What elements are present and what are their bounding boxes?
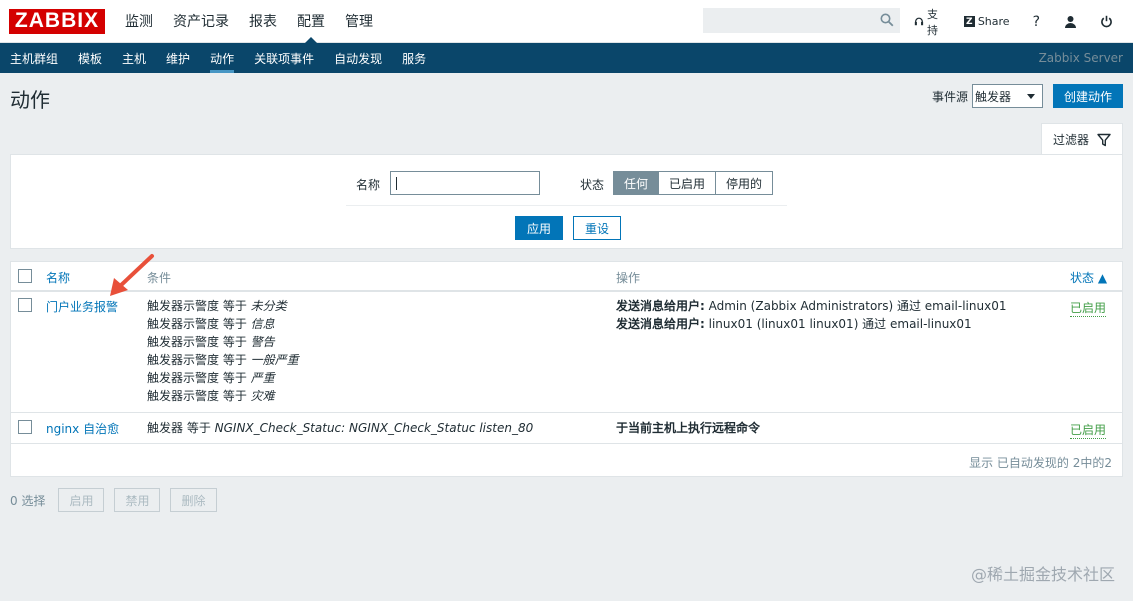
subnav-event-correlation[interactable]: 关联项事件 [244,43,324,73]
top-links: 支持 Z Share ? [914,0,1133,43]
header-divider [11,290,1122,292]
menu-monitoring[interactable]: 监测 [115,0,163,43]
condition-item: 触发器 等于 NGINX_Check_Statuc: NGINX_Check_S… [147,421,534,435]
mass-enable-button[interactable]: 启用 [58,488,105,512]
filter-reset-button[interactable]: 重设 [573,216,621,240]
zabbix-logo[interactable]: ZABBIX [9,8,105,34]
column-header-status[interactable]: 状态 ▲ [1070,269,1107,286]
subnav-templates[interactable]: 模板 [68,43,112,73]
watermark-text: @稀土掘金技术社区 [970,565,1115,584]
operations-list: 发送消息给用户: Admin (Zabbix Administrators) 通… [616,297,1006,333]
operation-item: 于当前主机上执行远程命令 [616,421,761,435]
subnav-actions[interactable]: 动作 [200,43,244,73]
support-label: 支持 [926,7,938,37]
main-menu: 监测 资产记录 报表 配置 管理 [115,0,383,44]
operation-item: 发送消息给用户: Admin (Zabbix Administrators) 通… [616,299,1007,313]
actions-table: 名称 条件 操作 状态 ▲ 门户业务报警 触发器示警度 等于 未分类 触发器示警… [10,261,1123,477]
condition-item: 触发器示警度 等于 灾难 [147,389,275,403]
select-all-checkbox[interactable] [18,269,32,283]
help-icon: ? [1032,13,1040,30]
menu-inventory[interactable]: 资产记录 [163,0,239,43]
text-caret [396,177,397,190]
status-option-any[interactable]: 任何 [613,171,660,195]
mass-disable-button[interactable]: 禁用 [114,488,161,512]
action-name-link[interactable]: 门户业务报警 [46,298,118,315]
condition-item: 触发器示警度 等于 严重 [147,371,275,385]
help-link[interactable]: ? [1033,14,1040,30]
column-header-name[interactable]: 名称 [46,269,70,286]
condition-item: 触发器示警度 等于 信息 [147,317,275,331]
top-bar: ZABBIX 监测 资产记录 报表 配置 管理 支持 Z Share ? [0,0,1133,44]
row-divider [11,443,1122,444]
selected-count: 0 选择 [10,493,46,508]
condition-item: 触发器示警度 等于 警告 [147,335,275,349]
event-source-select[interactable]: 触发器 [971,84,1043,108]
header-controls: 事件源 触发器 创建动作 [932,84,1123,108]
subnav-host-groups[interactable]: 主机群组 [0,43,68,73]
filter-name-input[interactable] [390,171,540,195]
condition-item: 触发器示警度 等于 一般严重 [147,353,299,367]
row-checkbox[interactable] [18,298,32,312]
filter-tab-label: 过滤器 [1052,133,1089,147]
filter-icon [1097,133,1111,146]
conditions-list: 触发器示警度 等于 未分类 触发器示警度 等于 信息 触发器示警度 等于 警告 … [147,297,299,405]
filter-name-label: 名称 [356,178,381,192]
row-checkbox[interactable] [18,420,32,434]
sub-navigation: 主机群组 模板 主机 维护 动作 关联项事件 自动发现 服务 Zabbix Se… [0,43,1133,73]
row-divider [11,412,1122,413]
share-link[interactable]: Z Share [963,15,1010,28]
filter-status-label: 状态 [580,178,605,192]
subnav-hosts[interactable]: 主机 [112,43,156,73]
server-name: Zabbix Server [1038,51,1123,65]
menu-configuration[interactable]: 配置 [287,0,335,44]
status-option-disabled[interactable]: 停用的 [715,171,774,195]
operation-item: 发送消息给用户: linux01 (linux01 linux01) 通过 em… [616,317,972,331]
power-icon [1101,15,1112,28]
user-profile-link[interactable] [1064,15,1080,28]
zabbix-share-icon: Z [963,16,975,27]
sign-out-link[interactable] [1100,15,1116,28]
column-header-operations: 操作 [616,271,641,285]
search-input[interactable] [703,8,900,33]
subnav-discovery[interactable]: 自动发现 [324,43,392,73]
operations-list: 于当前主机上执行远程命令 [616,419,760,437]
support-link[interactable]: 支持 [914,6,947,38]
status-toggle[interactable]: 已启用 [1070,421,1107,439]
conditions-list: 触发器 等于 NGINX_Check_Statuc: NGINX_Check_S… [147,419,533,437]
user-icon [1065,16,1076,28]
page-title: 动作 [10,88,50,112]
red-arrow-annotation [110,254,154,296]
condition-item: 触发器示警度 等于 未分类 [147,299,287,313]
search-icon[interactable] [880,13,894,27]
subnav-maintenance[interactable]: 维护 [156,43,200,73]
filter-panel: 名称 状态 任何 已启用 停用的 应用 重设 [10,154,1123,249]
headset-icon [914,17,924,26]
mass-action-bar: 0 选择 启用 禁用 删除 [10,488,227,512]
filter-apply-button[interactable]: 应用 [515,216,563,240]
event-source-value: 触发器 [974,89,1011,104]
filter-status-segment: 任何 已启用 停用的 [613,171,774,195]
share-label: Share [977,15,1010,28]
filter-divider [346,205,787,206]
status-option-enabled[interactable]: 已启用 [658,171,717,195]
create-action-button[interactable]: 创建动作 [1052,84,1123,108]
action-name-link[interactable]: nginx 自治愈 [46,420,119,437]
mass-delete-button[interactable]: 删除 [170,488,217,512]
status-toggle[interactable]: 已启用 [1070,299,1107,317]
subnav-services[interactable]: 服务 [392,43,436,73]
table-record-count: 显示 已自动发现的 2中的2 [969,456,1112,470]
menu-reports[interactable]: 报表 [239,0,287,43]
filter-tab[interactable]: 过滤器 [1041,123,1123,155]
page-header: 动作 事件源 触发器 创建动作 [0,73,1133,119]
menu-administration[interactable]: 管理 [335,0,383,43]
event-source-label: 事件源 [931,89,968,104]
